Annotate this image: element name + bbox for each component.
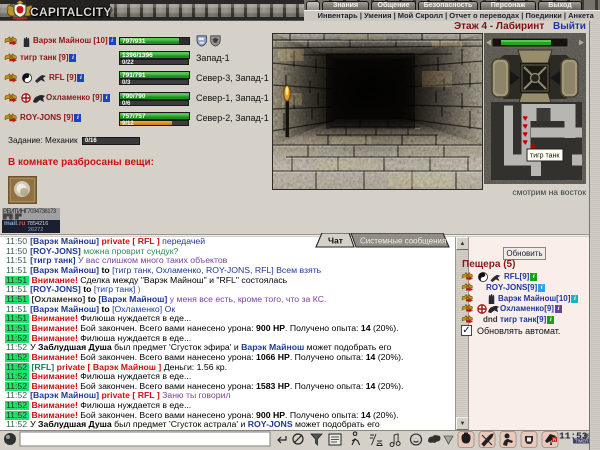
- svg-text:♥: ♥: [523, 137, 528, 147]
- svg-text:TIMER: TIMER: [575, 439, 588, 444]
- svg-text:тигр танк: тигр танк: [530, 153, 560, 160]
- svg-text:Системные сообщения: Системные сообщения: [360, 237, 446, 246]
- svg-text:Чат: Чат: [328, 236, 343, 246]
